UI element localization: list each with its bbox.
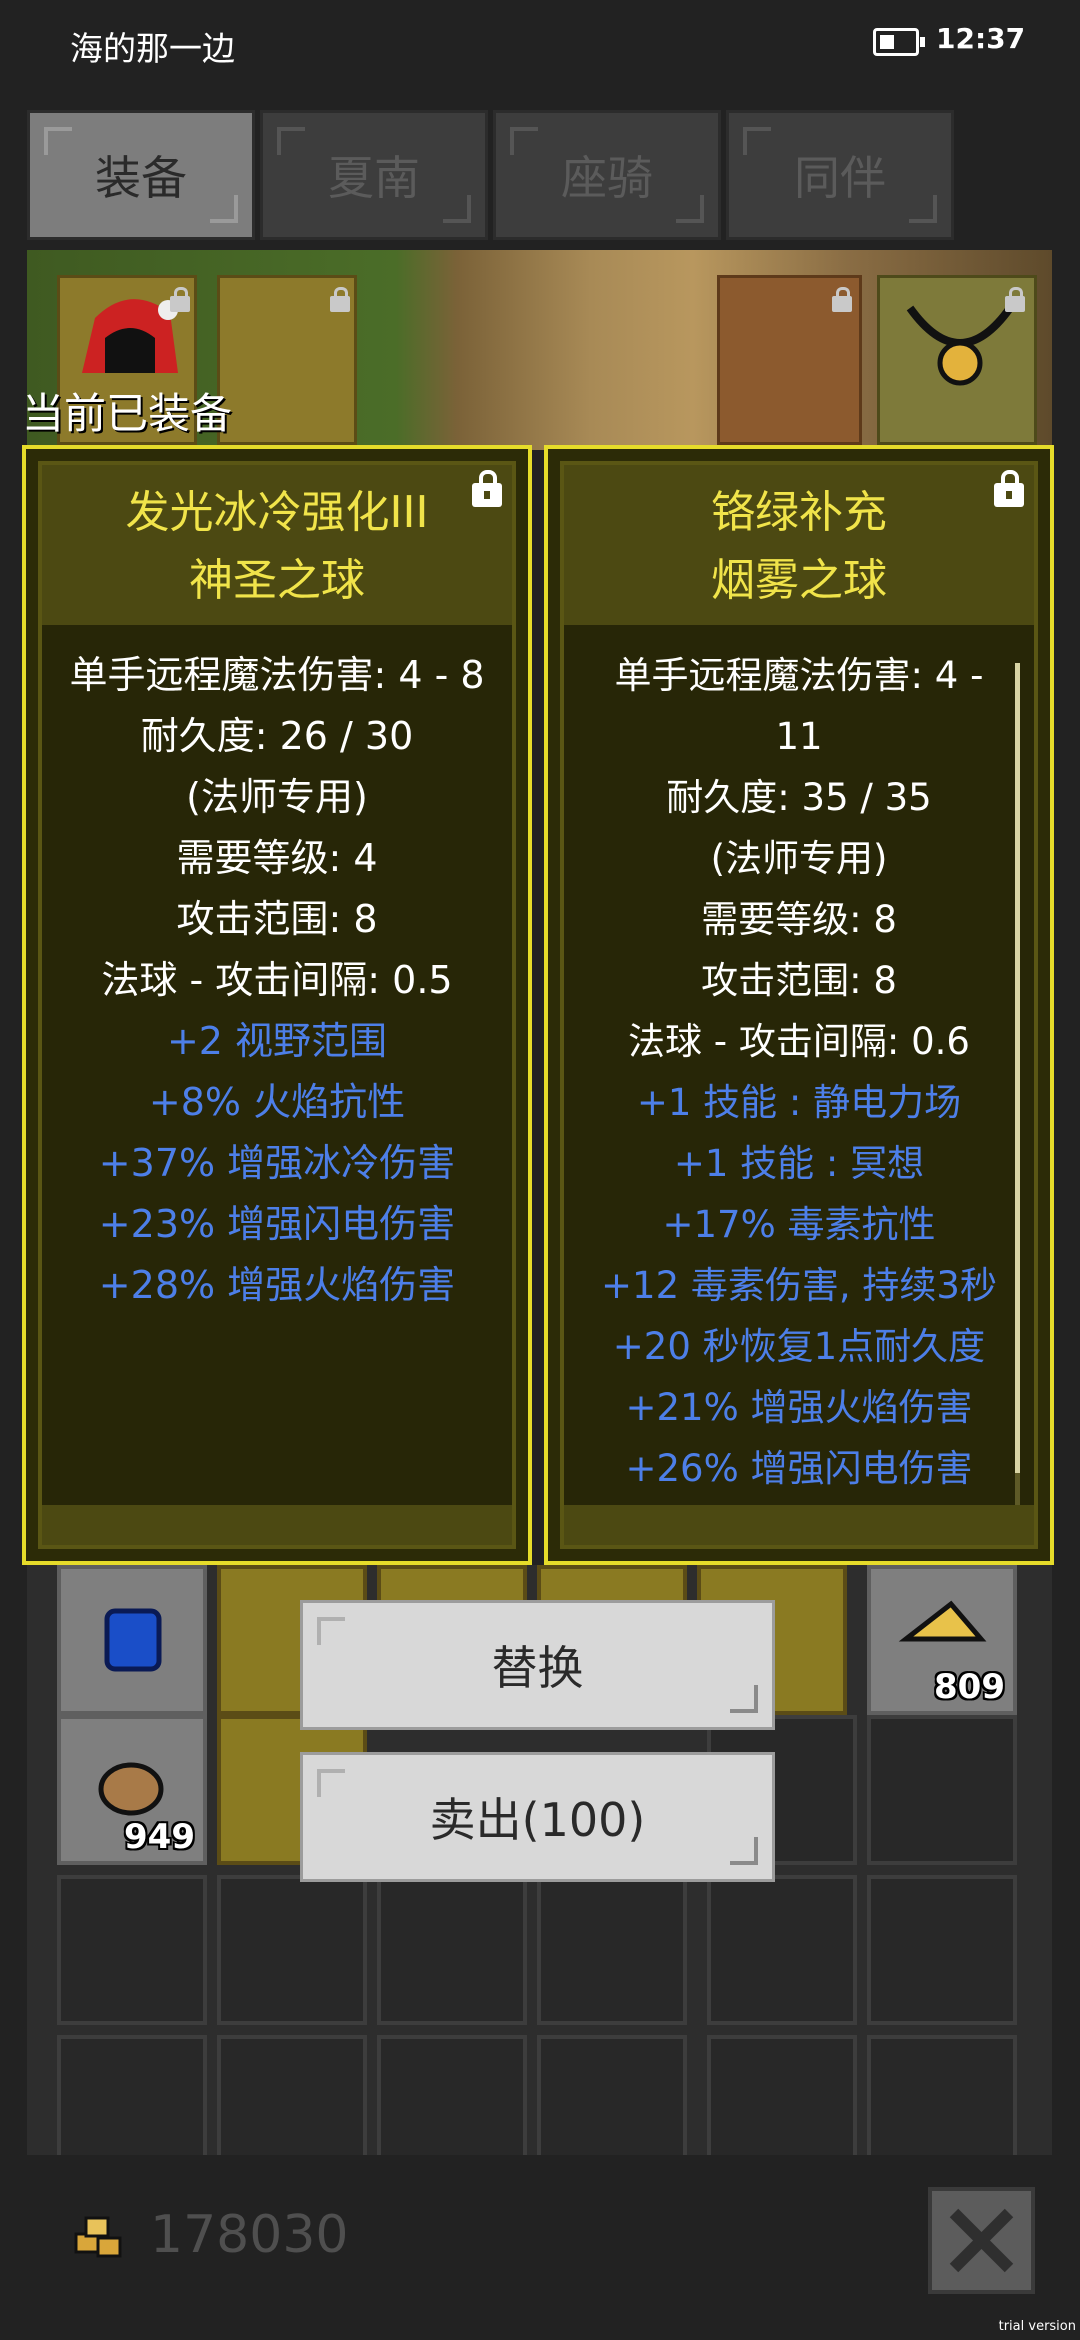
item-name-prefix: 发光冰冷强化III bbox=[125, 487, 429, 538]
stat-range: 攻击范围: 8 bbox=[701, 959, 897, 1002]
item-count: 949 bbox=[124, 1817, 195, 1857]
battery-icon bbox=[873, 28, 925, 56]
inventory-slot[interactable] bbox=[537, 1875, 687, 2025]
selected-item-card[interactable]: 铬绿补充 烟雾之球 单手远程魔法伤害: 4 - 11 耐久度: 35 / 35 … bbox=[544, 445, 1054, 1565]
bonus-stat: +8% 火焰抗性 bbox=[148, 1080, 406, 1124]
lock-icon[interactable] bbox=[994, 470, 1024, 507]
tab-label: 装备 bbox=[95, 151, 187, 205]
status-bar: 海的那一边 12:37 bbox=[0, 0, 1080, 90]
inventory-slot[interactable] bbox=[867, 1875, 1017, 2025]
bonus-stat: +1 技能 : 静电力场 bbox=[636, 1081, 962, 1124]
scrollbar[interactable] bbox=[1015, 663, 1020, 1523]
inventory-slot[interactable] bbox=[707, 2035, 857, 2155]
tab-mount[interactable]: 座骑 bbox=[493, 110, 721, 240]
lock-icon bbox=[170, 287, 190, 312]
item-header: 发光冰冷强化III 神圣之球 bbox=[42, 465, 512, 625]
equip-slot-ring[interactable] bbox=[717, 275, 862, 445]
stat-class: (法师专用) bbox=[710, 837, 888, 880]
tab-label: 同伴 bbox=[794, 151, 886, 205]
stat-level: 需要等级: 8 bbox=[701, 898, 897, 941]
lock-icon[interactable] bbox=[472, 470, 502, 507]
bonus-stat: +26% 增强闪电伤害 bbox=[625, 1447, 973, 1490]
tab-companion[interactable]: 同伴 bbox=[726, 110, 954, 240]
stat-level: 需要等级: 4 bbox=[176, 836, 378, 880]
bonus-stat: +1 技能 : 冥想 bbox=[673, 1142, 925, 1185]
inventory-slot[interactable] bbox=[867, 2035, 1017, 2155]
bonus-stat: +12 毒素伤害, 持续3秒 bbox=[601, 1264, 997, 1307]
inventory-slot[interactable] bbox=[57, 2035, 207, 2155]
stat-class: (法师专用) bbox=[186, 775, 368, 819]
blue-gem-icon bbox=[104, 1608, 162, 1672]
replace-label: 替换 bbox=[491, 1641, 584, 1695]
stat-range: 攻击范围: 8 bbox=[176, 897, 378, 941]
bonus-stat: +23% 增强闪电伤害 bbox=[98, 1202, 456, 1246]
card-footer bbox=[42, 1505, 512, 1545]
bonus-stat: +21% 增强火焰伤害 bbox=[625, 1386, 973, 1429]
inventory-slot[interactable] bbox=[377, 2035, 527, 2155]
stat-damage: 单手远程魔法伤害: 4 - 8 bbox=[69, 653, 485, 697]
item-stats: 单手远程魔法伤害: 4 - 8 耐久度: 26 / 30 (法师专用) 需要等级… bbox=[42, 645, 512, 1316]
inventory-slot[interactable] bbox=[377, 1875, 527, 2025]
stat-damage-cont: 11 bbox=[775, 715, 823, 758]
gold-amount: 178030 bbox=[150, 2205, 349, 2265]
equip-slot-amulet[interactable] bbox=[877, 275, 1037, 445]
status-title: 海的那一边 bbox=[70, 29, 235, 68]
tab-label: 座骑 bbox=[561, 151, 653, 205]
item-name: 烟雾之球 bbox=[711, 555, 887, 606]
tab-xianan[interactable]: 夏南 bbox=[260, 110, 488, 240]
stat-durability: 耐久度: 35 / 35 bbox=[666, 776, 932, 819]
inventory-slot[interactable] bbox=[707, 1875, 857, 2025]
equip-slot-weapon[interactable] bbox=[217, 275, 357, 445]
gold-coins-icon bbox=[74, 2216, 122, 2258]
status-time: 12:37 bbox=[936, 22, 1026, 55]
bonus-stat: +28% 增强火焰伤害 bbox=[98, 1263, 456, 1307]
inventory-slot[interactable] bbox=[537, 2035, 687, 2155]
lock-icon bbox=[330, 287, 350, 312]
bonus-stat: +20 秒恢复1点耐久度 bbox=[612, 1325, 986, 1368]
inventory-slot[interactable] bbox=[57, 1875, 207, 2025]
inventory-slot[interactable] bbox=[217, 1875, 367, 2025]
equipped-item-card[interactable]: 发光冰冷强化III 神圣之球 单手远程魔法伤害: 4 - 8 耐久度: 26 /… bbox=[22, 445, 532, 1565]
item-count: 809 bbox=[934, 1667, 1005, 1707]
tab-label: 夏南 bbox=[328, 151, 420, 205]
bonus-stat: +2 视野范围 bbox=[166, 1019, 388, 1063]
inventory-slot[interactable]: 949 bbox=[57, 1715, 207, 1865]
inventory-slot[interactable]: 809 bbox=[867, 1565, 1017, 1715]
close-button[interactable] bbox=[928, 2187, 1035, 2294]
stat-durability: 耐久度: 26 / 30 bbox=[140, 714, 414, 758]
inventory-slot[interactable] bbox=[217, 2035, 367, 2155]
stat-damage: 单手远程魔法伤害: 4 - bbox=[614, 654, 984, 697]
item-stats: 单手远程魔法伤害: 4 - 11 耐久度: 35 / 35 (法师专用) 需要等… bbox=[564, 645, 1034, 1499]
lock-icon bbox=[1005, 287, 1025, 312]
card-footer bbox=[564, 1505, 1034, 1545]
item-name-prefix: 铬绿补充 bbox=[711, 487, 887, 538]
watermark: trial version bbox=[998, 2319, 1076, 2334]
item-header: 铬绿补充 烟雾之球 bbox=[564, 465, 1034, 625]
replace-button[interactable]: 替换 bbox=[300, 1600, 775, 1730]
stat-interval: 法球 - 攻击间隔: 0.6 bbox=[628, 1020, 970, 1063]
sell-label: 卖出(100) bbox=[429, 1793, 646, 1847]
stat-interval: 法球 - 攻击间隔: 0.5 bbox=[101, 958, 453, 1002]
bonus-stat: +17% 毒素抗性 bbox=[662, 1203, 936, 1246]
item-name: 神圣之球 bbox=[189, 555, 365, 606]
close-icon bbox=[949, 2208, 1014, 2273]
sell-button[interactable]: 卖出(100) bbox=[300, 1752, 775, 1882]
inventory-slot[interactable] bbox=[867, 1715, 1017, 1865]
current-equipped-label: 当前已装备 bbox=[22, 389, 233, 438]
inventory-slot[interactable] bbox=[57, 1565, 207, 1715]
lock-icon bbox=[832, 287, 852, 312]
bonus-stat: +37% 增强冰冷伤害 bbox=[98, 1141, 456, 1185]
tab-equipment[interactable]: 装备 bbox=[27, 110, 255, 240]
